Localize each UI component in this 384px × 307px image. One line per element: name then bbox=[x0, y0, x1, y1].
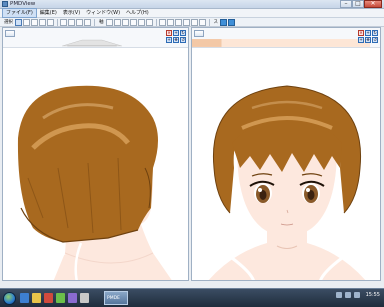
right-panel-header: ✕ + ↻ + ✥ ↺ bbox=[192, 28, 380, 48]
taskbar-app-pmde[interactable]: PMDE bbox=[104, 291, 128, 305]
close-icon[interactable]: ✕ bbox=[166, 30, 172, 36]
toolbar-divider bbox=[155, 18, 157, 26]
window-title: PMDView bbox=[10, 1, 36, 7]
volume-icon[interactable] bbox=[353, 292, 360, 298]
right-panel-ruler bbox=[192, 39, 371, 47]
left-view-panel: ✕ + ↻ + ✥ ↺ bbox=[2, 27, 189, 281]
title-bar: PMDView – □ ✕ bbox=[0, 0, 384, 9]
select-tool-button[interactable] bbox=[15, 18, 22, 26]
media-icon[interactable] bbox=[44, 293, 53, 303]
folder-icon[interactable] bbox=[32, 293, 41, 303]
menu-bar: ファイル(F) 編集(E) 表示(V) ウィンドウ(W) ヘルプ(H) bbox=[0, 8, 384, 18]
tool-button-6[interactable] bbox=[60, 18, 67, 26]
toolbar-axis-label: 軸 bbox=[99, 20, 104, 25]
clock[interactable]: 15:55 bbox=[366, 292, 380, 298]
tool-button-9[interactable] bbox=[84, 18, 91, 26]
tool-button-17[interactable] bbox=[166, 18, 174, 26]
pan-icon[interactable]: + bbox=[173, 30, 179, 36]
zoom-icon[interactable]: + bbox=[166, 37, 172, 43]
browser-icon[interactable] bbox=[20, 293, 29, 303]
tool-button-2[interactable] bbox=[23, 18, 30, 26]
network-icon[interactable] bbox=[344, 292, 351, 298]
tool-button-13[interactable] bbox=[129, 18, 137, 26]
front-view-render bbox=[208, 85, 366, 280]
close-button[interactable]: ✕ bbox=[364, 0, 382, 8]
toolbar-right-label: ス bbox=[213, 20, 219, 25]
axis-z-button[interactable] bbox=[121, 18, 129, 26]
window-controls: – □ ✕ bbox=[340, 0, 382, 8]
move-icon[interactable]: ✥ bbox=[173, 37, 179, 43]
view-toggle-button[interactable] bbox=[220, 18, 227, 26]
toolbar-divider bbox=[208, 18, 210, 26]
app-icon bbox=[2, 1, 8, 7]
taskbar-pinned-icons bbox=[20, 293, 92, 303]
reset-icon[interactable]: ↺ bbox=[180, 37, 186, 43]
tool-button-7[interactable] bbox=[68, 18, 75, 26]
system-tray: 15:55 bbox=[333, 292, 380, 298]
start-button[interactable] bbox=[3, 292, 16, 305]
menu-file[interactable]: ファイル(F) bbox=[2, 8, 37, 18]
close-icon[interactable]: ✕ bbox=[358, 30, 364, 36]
taskbar: PMDE 15:55 bbox=[0, 288, 384, 307]
tool-button-14[interactable] bbox=[137, 18, 145, 26]
tool-button-5[interactable] bbox=[47, 18, 54, 26]
left-panel-tab[interactable] bbox=[5, 30, 15, 37]
tool-button-18[interactable] bbox=[174, 18, 182, 26]
toolbar-divider bbox=[94, 18, 95, 26]
left-3d-viewport[interactable] bbox=[3, 48, 188, 280]
rotate-icon[interactable]: ↻ bbox=[372, 30, 378, 36]
axis-x-button[interactable] bbox=[105, 18, 113, 26]
axis-y-button[interactable] bbox=[113, 18, 121, 26]
menu-view[interactable]: 表示(V) bbox=[60, 9, 83, 17]
app-icon-gray[interactable] bbox=[80, 293, 89, 303]
menu-window[interactable]: ウィンドウ(W) bbox=[83, 9, 123, 17]
left-panel-header: ✕ + ↻ + ✥ ↺ bbox=[3, 28, 188, 48]
tool-button-16[interactable] bbox=[158, 18, 166, 26]
side-view-render bbox=[17, 85, 174, 280]
tool-button-4[interactable] bbox=[39, 18, 46, 26]
minimize-button[interactable]: – bbox=[340, 0, 352, 8]
menu-help[interactable]: ヘルプ(H) bbox=[123, 9, 152, 17]
toolbar: 選択 軸 ス bbox=[0, 18, 384, 27]
right-panel-tab[interactable] bbox=[194, 30, 204, 37]
move-icon[interactable]: ✥ bbox=[365, 37, 371, 43]
menu-edit[interactable]: 編集(E) bbox=[37, 9, 60, 17]
tool-button-21[interactable] bbox=[198, 18, 206, 26]
tool-button-15[interactable] bbox=[145, 18, 153, 26]
toolbar-select-label: 選択 bbox=[4, 20, 13, 25]
right-3d-viewport[interactable] bbox=[192, 48, 380, 280]
tool-button-8[interactable] bbox=[76, 18, 83, 26]
zoom-icon[interactable]: + bbox=[358, 37, 364, 43]
maximize-button[interactable]: □ bbox=[352, 0, 364, 8]
app-icon-green[interactable] bbox=[56, 293, 65, 303]
tool-button-20[interactable] bbox=[190, 18, 198, 26]
taskbar-app-label: PMDE bbox=[107, 296, 120, 301]
tool-button-3[interactable] bbox=[31, 18, 38, 26]
left-panel-tools: ✕ + ↻ + ✥ ↺ bbox=[166, 30, 186, 43]
left-panel-ruler bbox=[62, 39, 122, 47]
reset-icon[interactable]: ↺ bbox=[372, 37, 378, 43]
app-icon-purple[interactable] bbox=[68, 293, 77, 303]
right-panel-tools: ✕ + ↻ + ✥ ↺ bbox=[358, 30, 378, 43]
pan-icon[interactable]: + bbox=[365, 30, 371, 36]
tray-icon[interactable] bbox=[335, 292, 342, 298]
rotate-icon[interactable]: ↻ bbox=[180, 30, 186, 36]
tool-button-19[interactable] bbox=[182, 18, 190, 26]
view-toggle-button-2[interactable] bbox=[228, 18, 235, 26]
toolbar-divider bbox=[57, 18, 58, 26]
right-view-panel: ✕ + ↻ + ✥ ↺ bbox=[191, 27, 381, 281]
